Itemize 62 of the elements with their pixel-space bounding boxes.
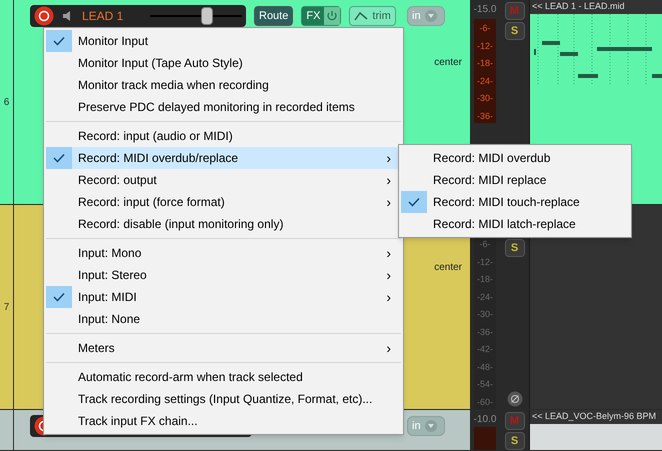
menu-item[interactable]: Track input FX chain... — [46, 410, 401, 432]
menu-item[interactable]: Automatic record-arm when track selected — [46, 366, 401, 388]
menu-item[interactable]: Record: input (audio or MIDI) — [46, 125, 401, 147]
menu-item[interactable]: Monitor track media when recording — [46, 74, 401, 96]
route-button[interactable]: Route — [254, 6, 294, 26]
volume-reading: -10.0 — [474, 413, 496, 427]
volume-slider[interactable] — [150, 7, 242, 25]
pan-label: center — [434, 261, 462, 275]
volume-reading: -15.0 — [474, 3, 496, 17]
submenu-arrow: › — [386, 341, 391, 355]
submenu-arrow: › — [386, 195, 391, 209]
meter-scale-label: -24- — [476, 290, 493, 304]
meter-scale-label: -24- — [476, 74, 493, 88]
menu-item[interactable]: Preserve PDC delayed monitoring in recorded items — [46, 96, 401, 118]
solo-button[interactable]: S — [504, 22, 524, 40]
menu-item[interactable]: Record: MIDI replace — [401, 169, 629, 191]
menu-item[interactable]: Meters › — [46, 337, 401, 359]
fx-button[interactable]: FX — [302, 7, 324, 25]
menu-item[interactable]: Input: None — [46, 308, 401, 330]
menu-item[interactable]: Input: Stereo › — [46, 264, 401, 286]
track-name[interactable]: LEAD 1 — [82, 7, 142, 25]
meter-scale-label: -30- — [476, 308, 493, 321]
meter-scale-label: -12- — [476, 40, 493, 52]
meter-scale-label: -36- — [476, 326, 493, 338]
pan-label: center — [434, 56, 462, 70]
menu-item[interactable]: Record: output › — [46, 169, 401, 191]
meter-scale-label: -18- — [476, 273, 493, 286]
submenu-arrow: › — [386, 246, 391, 260]
solo-button[interactable]: S — [504, 432, 524, 450]
power-icon[interactable] — [324, 7, 340, 25]
menu-item[interactable]: Input: Mono › — [46, 242, 401, 264]
menu-item[interactable]: Record: MIDI overdub — [401, 147, 629, 169]
submenu-arrow: › — [386, 290, 391, 304]
meter-scale-label: -60- — [476, 396, 493, 408]
trim-button[interactable]: trim — [349, 6, 396, 26]
phase-invert-icon[interactable] — [506, 391, 522, 407]
solo-button[interactable]: S — [504, 239, 524, 257]
menu-item[interactable]: Record: MIDI touch-replace — [401, 191, 629, 213]
menu-item[interactable]: Input: MIDI › — [46, 286, 401, 308]
menu-item[interactable]: Monitor Input (Tape Auto Style) — [46, 52, 401, 74]
menu-item[interactable]: Monitor Input — [46, 30, 401, 52]
meter-scale-label: -18- — [476, 57, 493, 70]
slider-thumb[interactable] — [201, 7, 214, 25]
menu-item[interactable]: Track recording settings (Input Quantize, Format, etc)... — [46, 388, 401, 410]
meter-scale-label: -6- — [480, 22, 490, 35]
menu-item[interactable]: Record: MIDI latch-replace — [401, 213, 629, 235]
submenu-arrow: › — [386, 268, 391, 282]
submenu-arrow: › — [386, 151, 391, 165]
meter-scale-label: -30- — [476, 92, 493, 105]
meter-scale-label: -36- — [476, 110, 493, 122]
track-number: 7 — [4, 300, 10, 314]
meter-scale-label: -12- — [476, 256, 493, 268]
menu-item[interactable]: Record: MIDI overdub/replace › — [46, 147, 401, 169]
meter-scale-label: -42- — [476, 343, 493, 356]
submenu-arrow: › — [386, 173, 391, 187]
menu-item[interactable]: Record: input (force format) › — [46, 191, 401, 213]
meter-scale-label: -6- — [480, 238, 490, 251]
track-number: 6 — [4, 96, 10, 110]
record-arm-button[interactable] — [34, 6, 54, 26]
meter-scale-label: -48- — [476, 360, 493, 374]
meter-scale-label: -54- — [476, 378, 493, 391]
menu-item[interactable]: Record: disable (input monitoring only) — [46, 213, 401, 235]
